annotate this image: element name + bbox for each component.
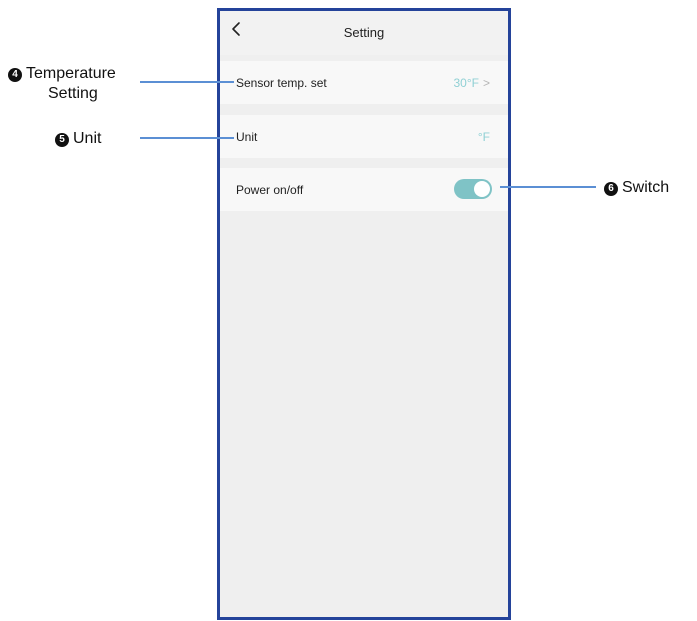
sensor-temp-set-value: 30°F [453, 76, 479, 90]
callout-temperature-line2: Setting [48, 85, 98, 102]
callout-temperature-line2-wrap: Setting [48, 85, 98, 103]
callout-line-unit [140, 137, 234, 139]
callout-switch: 6 Switch [604, 179, 669, 197]
callout-number-6: 6 [604, 182, 618, 196]
page-title: Setting [343, 25, 385, 40]
callout-unit-text: Unit [73, 130, 102, 147]
callout-number-4: 4 [8, 68, 22, 82]
unit-row[interactable]: Unit °F [220, 115, 508, 158]
toggle-knob [474, 181, 490, 197]
callout-switch-text: Switch [622, 179, 670, 196]
unit-label: Unit [236, 130, 258, 144]
sensor-temp-set-row[interactable]: Sensor temp. set 30°F > [220, 61, 508, 104]
chevron-right-icon: > [482, 76, 490, 90]
power-label: Power on/off [236, 183, 304, 197]
sensor-temp-set-label: Sensor temp. set [236, 76, 327, 90]
callout-temperature: 4 Temperature [8, 65, 116, 83]
callout-line-temperature [140, 81, 234, 83]
power-row: Power on/off [220, 168, 508, 211]
callout-unit: 5 Unit [55, 130, 101, 148]
page: Setting Sensor temp. set 30°F > Unit °F P… [0, 0, 697, 621]
power-toggle[interactable] [454, 179, 492, 199]
sensor-temp-set-value-wrap: 30°F > [454, 76, 491, 90]
callout-temperature-line1: Temperature [26, 65, 116, 82]
unit-value: °F [477, 130, 490, 144]
callout-line-switch [500, 186, 596, 188]
phone-screen: Setting Sensor temp. set 30°F > Unit °F P… [217, 8, 511, 620]
callout-number-5: 5 [55, 133, 69, 147]
header-bar: Setting [220, 11, 508, 55]
